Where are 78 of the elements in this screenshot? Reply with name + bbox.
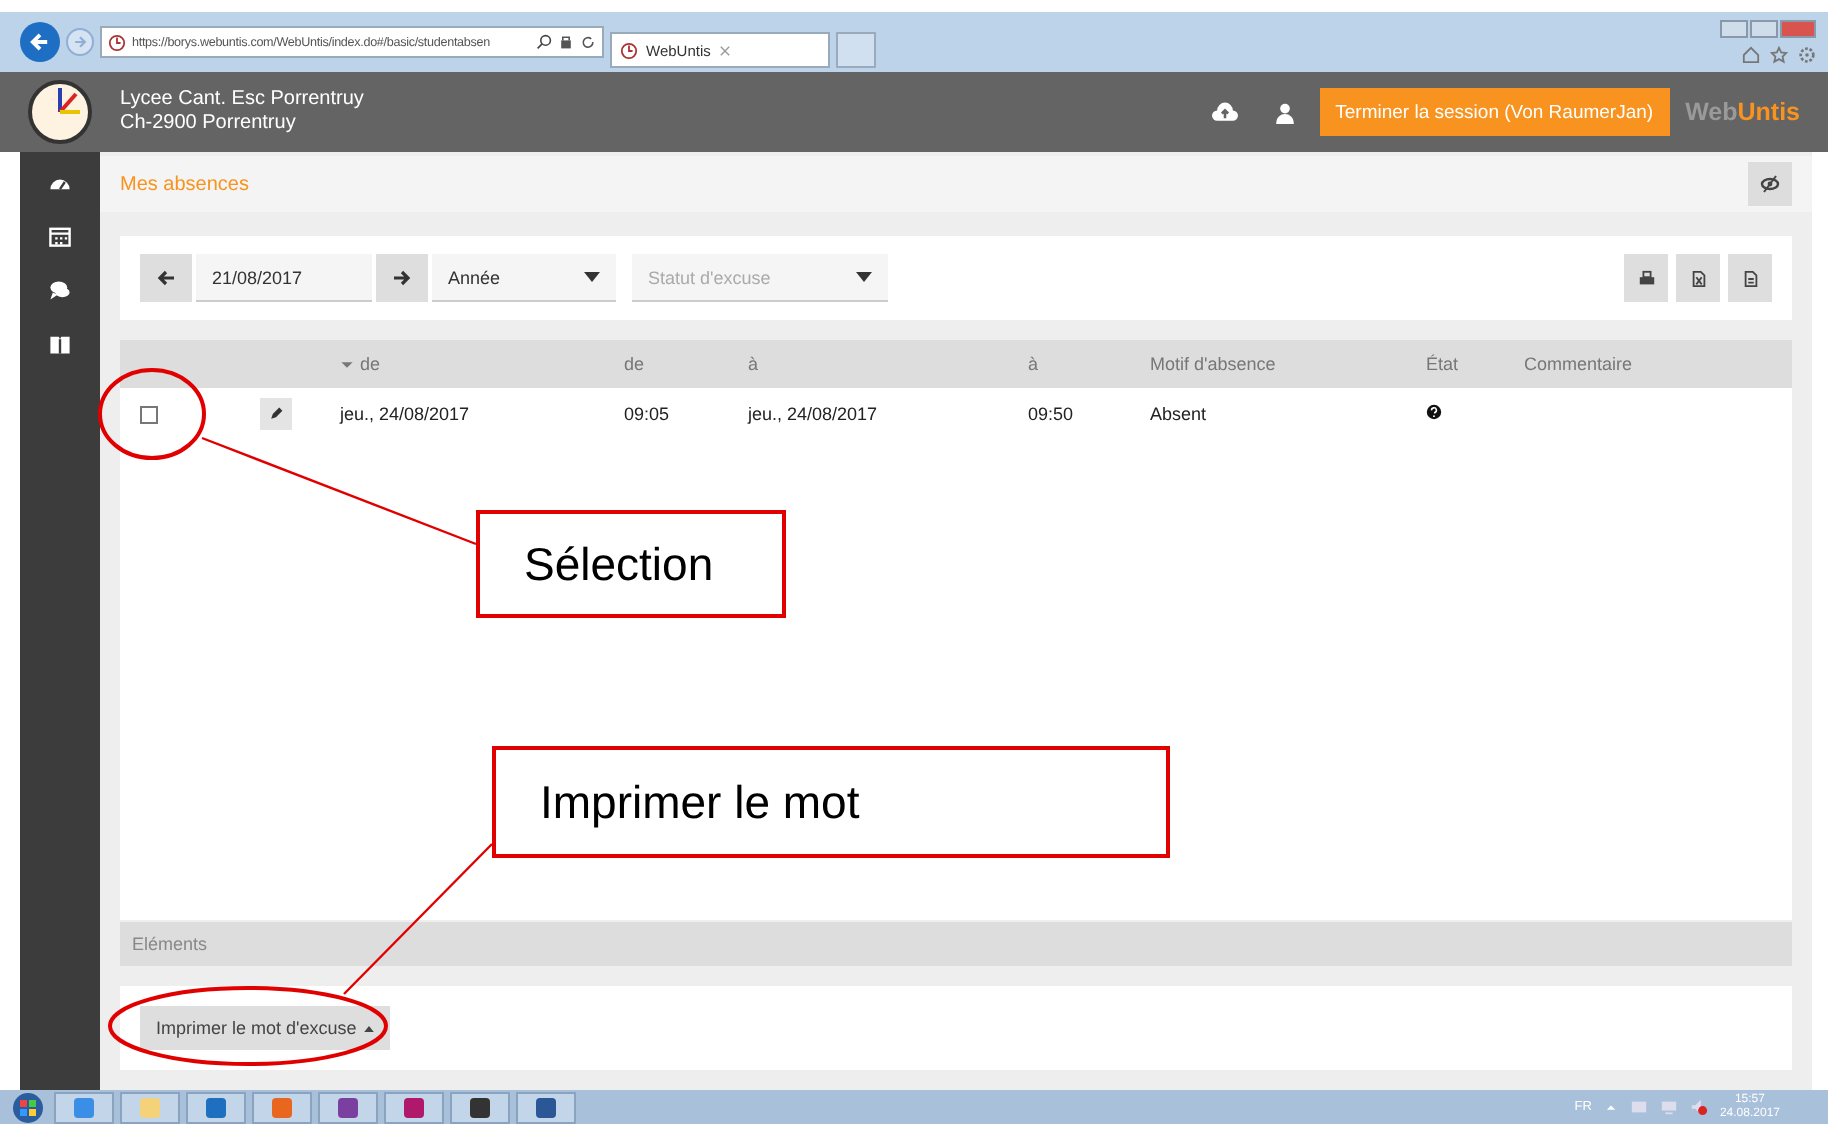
caret-icon [364, 1025, 375, 1031]
next-button[interactable] [376, 254, 428, 302]
table-cell-text: jeu., 24/08/2017 [748, 404, 880, 424]
arrow-right-icon [392, 268, 412, 288]
search-icon [536, 34, 552, 50]
close-icon [718, 43, 733, 57]
lock-icon [558, 34, 574, 50]
pencil-icon [268, 406, 284, 422]
printer-icon [1637, 269, 1655, 287]
table-cell-text: Absent [1150, 404, 1209, 424]
column-header[interactable]: Motif d'absence [1150, 354, 1276, 374]
print-button[interactable] [1624, 254, 1668, 302]
excel-export-button[interactable] [1676, 254, 1720, 302]
callout-label: Imprimer le mot [492, 746, 1170, 858]
page-title: Mes absences [120, 173, 249, 195]
edit-button[interactable] [260, 398, 292, 430]
school-address: Ch-2900 Porrentruy [120, 112, 298, 136]
cloud-upload-icon [1211, 99, 1238, 125]
column-header[interactable]: État [1426, 354, 1459, 374]
user-icon [1273, 101, 1296, 123]
column-header[interactable]: à [748, 354, 759, 374]
chevron-up-icon [1603, 1100, 1618, 1114]
settings-icon [1798, 46, 1816, 64]
date-field[interactable]: 21/08/2017 [196, 254, 372, 302]
book-icon [48, 332, 72, 356]
highlight-ellipse [98, 368, 206, 460]
start-button[interactable] [8, 1091, 48, 1123]
pdf-export-button[interactable] [1728, 254, 1772, 302]
caret-icon [856, 272, 872, 282]
arrow-right-icon [72, 34, 88, 50]
app-icon [270, 1095, 294, 1119]
speaker-muted-icon [1689, 1098, 1708, 1116]
table-cell-text: 09:50 [1028, 404, 1076, 424]
taskbar-app-button[interactable] [450, 1091, 510, 1123]
arrow-left-icon [156, 268, 176, 288]
column-header[interactable]: à [1028, 354, 1039, 374]
clock-icon [108, 33, 126, 51]
caret-icon [584, 272, 600, 282]
column-header[interactable]: de [360, 354, 381, 374]
taskbar-app-button[interactable] [516, 1091, 576, 1123]
excuse-status-dropdown[interactable]: Statut d'excuse [632, 254, 888, 302]
app-icon [468, 1095, 492, 1119]
print-note-button[interactable]: Imprimer le mot d'excuse [140, 1006, 391, 1050]
monitor-icon [1659, 1098, 1678, 1116]
section-label: Eléments [132, 934, 208, 954]
app-icon [336, 1095, 360, 1119]
eye-icon [1760, 174, 1780, 194]
app-icon [72, 1095, 96, 1119]
spreadsheet-file-icon [1689, 269, 1707, 287]
app-icon [402, 1095, 426, 1119]
clock-icon [620, 41, 638, 59]
clock-logo [28, 80, 92, 144]
document-icon [1741, 269, 1759, 287]
windows-logo-icon [12, 1091, 44, 1123]
visibility-button[interactable] [1748, 162, 1792, 206]
app-icon [204, 1095, 228, 1119]
callout-label: Sélection [476, 510, 786, 618]
period-dropdown[interactable]: Année [432, 254, 616, 302]
arrow-left-icon [28, 30, 52, 54]
calendar-icon [48, 224, 72, 248]
taskbar-app-button[interactable] [384, 1091, 444, 1123]
chat-icon [48, 278, 72, 302]
column-header[interactable]: Commentaire [1524, 354, 1633, 374]
app-icon [138, 1095, 162, 1119]
column-header[interactable]: de [624, 354, 645, 374]
question-icon [1426, 404, 1442, 420]
row-checkbox[interactable] [140, 405, 158, 423]
taskbar-app-button[interactable] [318, 1091, 378, 1123]
logout-button[interactable]: Terminer la session (Von RaumerJan) [1319, 88, 1670, 136]
star-icon [1770, 46, 1788, 64]
home-icon [1742, 46, 1760, 64]
previous-button[interactable] [140, 254, 192, 302]
refresh-icon [580, 34, 596, 50]
table-cell-text: 09:05 [624, 404, 672, 424]
table-cell-text: jeu., 24/08/2017 [340, 404, 472, 424]
back-button[interactable] [20, 22, 60, 62]
school-name: Lycee Cant. Esc Porrentruy [120, 88, 364, 112]
app-icon [534, 1095, 558, 1119]
